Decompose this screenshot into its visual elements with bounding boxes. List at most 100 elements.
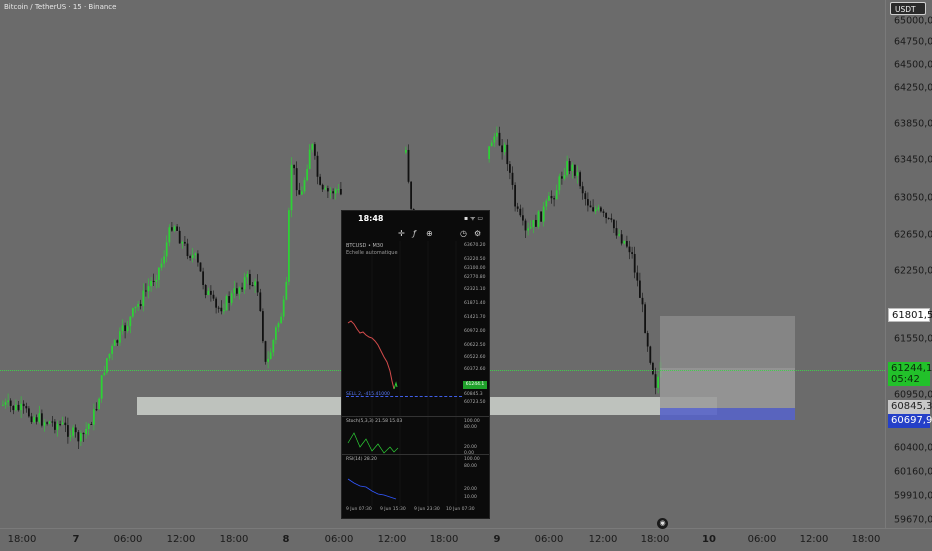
candle-bullish bbox=[119, 327, 121, 347]
candle-bearish bbox=[30, 412, 33, 424]
candle-bullish bbox=[537, 209, 540, 230]
candle-bearish bbox=[600, 206, 602, 213]
time-tick: 06:00 bbox=[747, 534, 777, 545]
candle-bearish bbox=[241, 282, 243, 293]
candle-bearish bbox=[498, 126, 501, 147]
tradingview-logo-icon[interactable]: ◉ bbox=[657, 518, 668, 529]
candle-bullish bbox=[597, 204, 600, 212]
candle-bullish bbox=[576, 165, 579, 184]
candle-bearish bbox=[592, 199, 594, 213]
candle-bullish bbox=[490, 140, 493, 147]
candle-bearish bbox=[22, 400, 25, 414]
rsi-label: RSI(14) 28.20 bbox=[346, 457, 377, 462]
time-tick: 18:00 bbox=[851, 534, 881, 545]
candle-bullish bbox=[563, 167, 566, 181]
current-price-value: 61244,1 bbox=[891, 363, 932, 374]
candle-bullish bbox=[158, 267, 160, 288]
target-box-upper[interactable] bbox=[660, 316, 795, 368]
candle-bullish bbox=[334, 187, 337, 200]
candle-bullish bbox=[545, 198, 548, 211]
rsi-level: 20.00 bbox=[464, 487, 477, 492]
candle-bearish bbox=[295, 161, 298, 197]
phone-price-tick: 63220.50 bbox=[464, 257, 486, 262]
time-tick: 8 bbox=[282, 534, 290, 545]
candle-bullish bbox=[168, 224, 171, 247]
phone-price-tick: 60972.00 bbox=[464, 329, 486, 334]
candle-bullish bbox=[493, 133, 496, 148]
candle-bullish bbox=[121, 319, 124, 335]
candle-bearish bbox=[519, 204, 522, 218]
price-tick: 63450,0 bbox=[894, 154, 932, 166]
currency-selector[interactable]: USDT bbox=[890, 2, 926, 15]
candle-bearish bbox=[553, 195, 555, 207]
candle-bearish bbox=[410, 180, 412, 213]
candle-bearish bbox=[327, 185, 329, 198]
phone-price-tick: 60372.60 bbox=[464, 367, 486, 372]
price-tick: 64500,0 bbox=[894, 59, 932, 71]
candle-bearish bbox=[204, 284, 207, 299]
candle-bearish bbox=[264, 340, 267, 365]
candle-bearish bbox=[77, 429, 80, 450]
candle-bearish bbox=[626, 235, 628, 249]
target-box-middle[interactable] bbox=[660, 368, 795, 408]
candle-bearish bbox=[95, 402, 98, 412]
time-tick: 18:00 bbox=[7, 534, 37, 545]
candle-bullish bbox=[108, 353, 111, 362]
phone-last-price-badge: 61244.1 bbox=[463, 381, 487, 389]
candle-bearish bbox=[256, 274, 259, 297]
phone-order-label[interactable]: SELL 2, -415.41000 bbox=[346, 392, 390, 397]
candle-bearish bbox=[215, 296, 217, 314]
price-axis[interactable]: 65000,0 64750,0 64500,0 64250,0 63850,0 … bbox=[885, 0, 932, 528]
candle-bearish bbox=[652, 361, 654, 376]
candle-bullish bbox=[207, 287, 210, 296]
candle-bearish bbox=[628, 240, 631, 260]
candle-bullish bbox=[111, 343, 113, 361]
price-tick: 59910,0 bbox=[894, 490, 932, 502]
candle-bearish bbox=[51, 416, 54, 427]
phone-price-tick: 62770.80 bbox=[464, 275, 486, 280]
candle-bearish bbox=[189, 254, 191, 261]
candle-bearish bbox=[639, 272, 641, 298]
candle-bearish bbox=[12, 405, 15, 415]
candle-bearish bbox=[561, 171, 563, 185]
rsi-level: 80.00 bbox=[464, 464, 477, 469]
price-tick: 62250,0 bbox=[894, 265, 932, 277]
candle-bearish bbox=[9, 398, 12, 413]
candle-bearish bbox=[116, 339, 119, 346]
stoch-level: 20.00 bbox=[464, 445, 477, 450]
candle-bearish bbox=[636, 265, 639, 287]
price-tick: 62650,0 bbox=[894, 229, 932, 241]
candle-bullish bbox=[301, 186, 303, 196]
candle-bullish bbox=[623, 240, 626, 245]
time-tick: 12:00 bbox=[588, 534, 618, 545]
candle-bullish bbox=[311, 143, 314, 153]
candle-bullish bbox=[571, 162, 574, 179]
candle-bullish bbox=[194, 252, 197, 260]
candle-bullish bbox=[303, 177, 306, 194]
candle-bullish bbox=[285, 276, 288, 301]
candle-bearish bbox=[64, 416, 67, 432]
phone-price-tick: 60845.3 bbox=[464, 392, 483, 397]
candle-bearish bbox=[293, 164, 295, 175]
candle-bullish bbox=[233, 280, 236, 299]
candle-bullish bbox=[594, 205, 597, 215]
candle-bearish bbox=[59, 420, 61, 427]
candle-bullish bbox=[98, 397, 100, 410]
candle-bullish bbox=[308, 144, 311, 170]
candle-bullish bbox=[163, 250, 165, 268]
stoch-label: Stoch(5,3,3) 21.58 15.03 bbox=[346, 419, 403, 424]
candle-bearish bbox=[25, 402, 28, 413]
target-box-lower[interactable] bbox=[660, 408, 795, 420]
candle-bullish bbox=[129, 315, 132, 334]
price-tick: 63850,0 bbox=[894, 118, 932, 130]
stoch-level: 0.00 bbox=[464, 451, 475, 456]
candle-bullish bbox=[555, 184, 558, 200]
level-label-blue: 60697,9 bbox=[888, 414, 932, 428]
phone-price-tick: 60522.60 bbox=[464, 355, 486, 360]
candle-bullish bbox=[165, 235, 168, 263]
time-axis[interactable]: 18:00 7 06:00 12:00 18:00 8 06:00 12:00 … bbox=[0, 528, 932, 551]
candle-bullish bbox=[246, 270, 249, 284]
price-tick: 63050,0 bbox=[894, 192, 932, 204]
level-label-grey: 60845,3 bbox=[888, 400, 932, 414]
candle-bearish bbox=[178, 226, 181, 244]
